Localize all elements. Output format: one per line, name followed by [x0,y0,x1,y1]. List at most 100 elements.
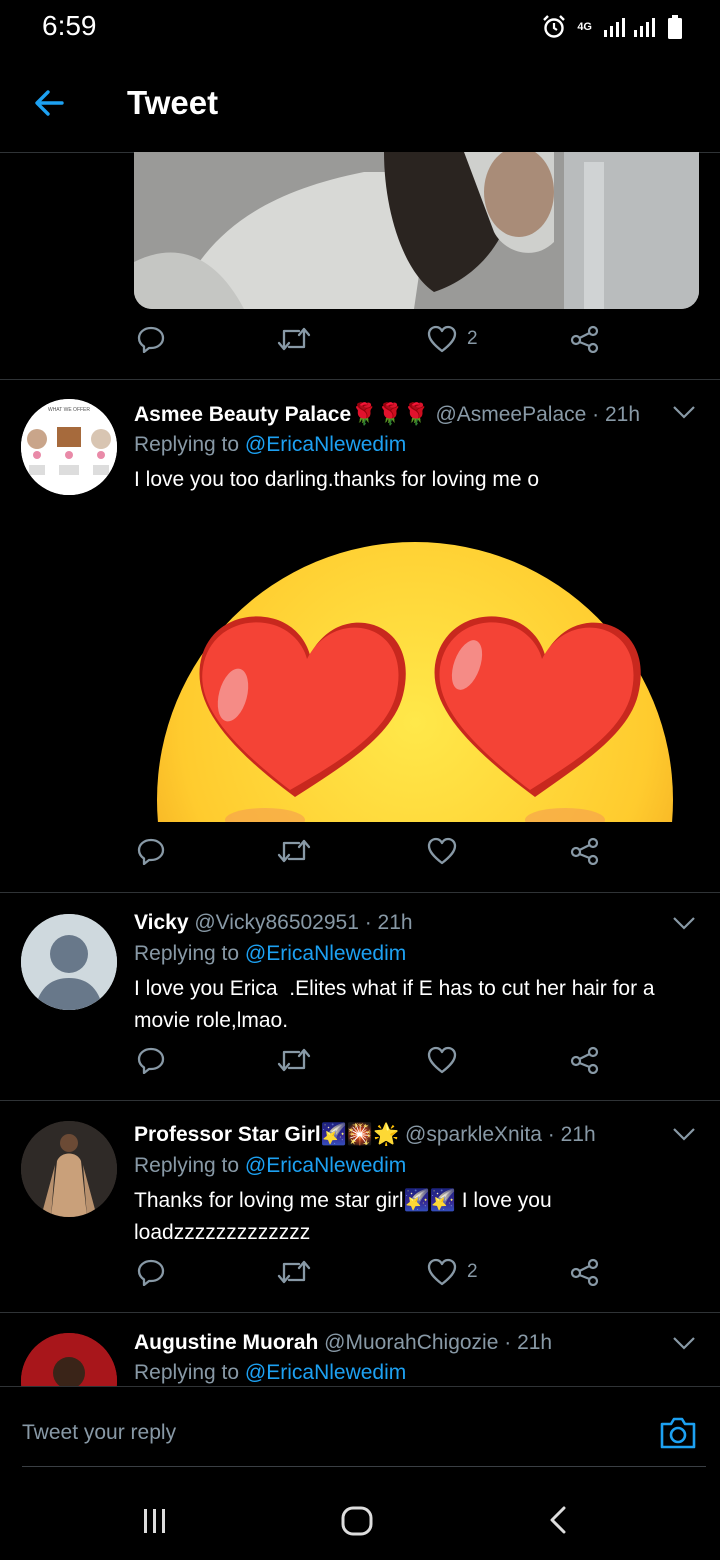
home-icon[interactable] [340,1505,374,1537]
tweet-actions: 2 [134,325,614,365]
system-nav-bar [0,1467,720,1560]
like-count: 2 [467,328,478,349]
share-icon [570,1046,599,1074]
heart-icon [427,1258,457,1286]
recent-apps-icon[interactable] [140,1507,170,1535]
back-icon[interactable] [546,1505,570,1535]
tweet-header: Vicky @Vicky86502951 · 21h [134,911,413,935]
tweet-actions [134,837,614,877]
reply-icon [137,838,165,865]
divider [0,1100,720,1101]
reply-partial: Augustine Muorah @MuorahChigozie · 21h R… [0,1313,720,1386]
share-icon [570,1258,599,1286]
like-button[interactable] [427,837,467,865]
mention-link[interactable]: @EricaNlewedim [245,1361,406,1384]
chevron-down-icon[interactable] [672,1336,696,1350]
camera-icon[interactable] [658,1415,698,1451]
reply-icon [137,1047,165,1074]
signal-icon [604,18,655,37]
avatar[interactable]: WHAT WE OFFER [21,399,117,495]
display-name[interactable]: Vicky [134,911,189,934]
retweet-button[interactable] [277,1258,311,1286]
chevron-down-icon[interactable] [672,405,696,419]
arrow-left-icon[interactable] [32,86,66,120]
like-count: 2 [467,1261,478,1282]
tweet-media-image[interactable] [155,535,675,822]
share-icon [570,325,599,353]
reply-icon [137,326,165,353]
retweet-button[interactable] [277,837,311,865]
name-emoji: 🌠🎇🌟 [320,1123,400,1146]
avatar-logo-text: WHAT WE OFFER [48,407,90,413]
tweet-time: · 21h [504,1331,553,1354]
user-handle[interactable]: @sparkleXnita [405,1123,542,1146]
replying-to: Replying to @EricaNlewedim [134,433,407,456]
retweet-icon [277,839,311,863]
user-handle[interactable]: @MuorahChigozie [324,1331,498,1354]
divider [0,379,720,380]
status-bar: 6:59 4G [0,0,720,56]
share-button[interactable] [570,837,600,865]
avatar[interactable] [21,1121,117,1217]
tweet-header: Asmee Beauty Palace🌹🌹🌹 @AsmeePalace · 21… [134,403,640,427]
text-emoji: 🌠🌠 [403,1189,456,1212]
tweet-actions: 2 [134,1258,614,1298]
retweet-button[interactable] [277,325,311,353]
tweet-time: · 21h [547,1123,596,1146]
heart-icon [427,1046,457,1074]
mention-link[interactable]: @EricaNlewedim [245,433,406,456]
share-icon [570,837,599,865]
heart-icon [427,837,457,865]
avatar[interactable] [21,914,117,1010]
divider [0,892,720,893]
tweet-time: · 21h [364,911,413,934]
display-name[interactable]: Professor Star Girl [134,1123,321,1146]
retweet-icon [277,1048,311,1072]
reply-icon [137,1259,165,1286]
heart-icon [427,325,457,353]
reply-input[interactable]: Tweet your reply [22,1421,176,1445]
chevron-down-icon[interactable] [672,1127,696,1141]
replying-to: Replying to @EricaNlewedim [134,942,407,965]
like-button[interactable] [427,1046,467,1074]
display-name[interactable]: Augustine Muorah [134,1331,318,1354]
tweet-media-image[interactable] [134,152,699,309]
chevron-down-icon[interactable] [672,916,696,930]
reply-composer: Tweet your reply [0,1386,720,1467]
reply-button[interactable] [137,1046,165,1074]
like-button[interactable]: 2 [427,1258,478,1286]
page-title: Tweet [127,84,219,121]
tweet-text: Thanks for loving me star girl🌠🌠 I love … [134,1189,552,1244]
tweet-header: Augustine Muorah @MuorahChigozie · 21h [134,1331,552,1355]
like-button[interactable]: 2 [427,325,478,353]
tweet-time: · 21h [592,403,641,426]
tweet-text: I love you Erica .Elites what if E has t… [134,977,661,1032]
reply-button[interactable] [137,325,165,353]
top-app-bar: Tweet [0,56,720,153]
retweet-button[interactable] [277,1046,311,1074]
reply-button[interactable] [137,1258,165,1286]
alarm-icon [543,15,566,38]
replying-to: Replying to @EricaNlewedim [134,1361,407,1384]
reply-button[interactable] [137,837,165,865]
retweet-icon [277,327,311,351]
display-name[interactable]: Asmee Beauty Palace [134,403,351,426]
replying-to: Replying to @EricaNlewedim [134,1154,407,1177]
tweet-text: I love you too darling.thanks for loving… [134,468,540,491]
share-button[interactable] [570,1258,600,1286]
battery-icon [668,15,682,39]
tweet-header: Professor Star Girl🌠🎇🌟 @sparkleXnita · 2… [134,1123,596,1147]
tweet-actions [134,1046,614,1086]
mention-link[interactable]: @EricaNlewedim [245,1154,406,1177]
status-time: 6:59 [42,10,97,41]
user-handle[interactable]: @AsmeePalace [435,403,586,426]
avatar[interactable] [21,1333,117,1386]
status-icons: 4G [541,14,682,40]
mention-link[interactable]: @EricaNlewedim [245,942,406,965]
user-handle[interactable]: @Vicky86502951 [194,911,359,934]
retweet-icon [277,1260,311,1284]
name-emoji: 🌹🌹🌹 [351,403,430,426]
share-button[interactable] [570,1046,600,1074]
network-label: 4G [577,20,592,33]
share-button[interactable] [570,325,600,353]
